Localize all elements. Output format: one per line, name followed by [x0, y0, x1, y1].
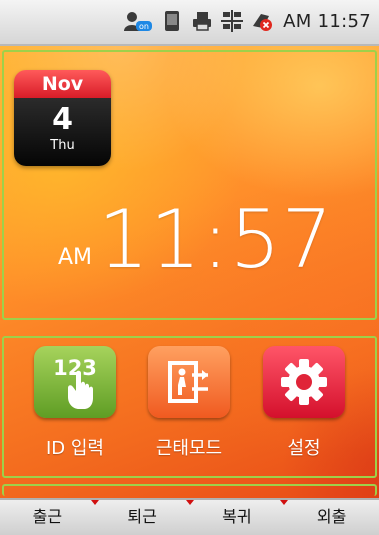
- settings-tile[interactable]: [263, 346, 345, 418]
- keypad-123-text: 123: [53, 356, 97, 380]
- attendance-mode-label: 근태모드: [155, 438, 223, 459]
- tab-check-out-label: 퇴근: [127, 507, 157, 526]
- tab-marker: [90, 500, 99, 505]
- tab-return[interactable]: 복귀: [185, 500, 285, 535]
- door-exit-icon: [168, 361, 208, 403]
- sync-error-icon: [253, 14, 273, 31]
- attendance-mode-tile[interactable]: [148, 346, 230, 418]
- id-input-label: ID 입력: [45, 438, 104, 459]
- tab-panel-frame: [2, 484, 377, 496]
- gear-icon: [281, 359, 327, 405]
- digital-clock: AM 11:57: [58, 200, 334, 280]
- clock-time: 11:57: [98, 193, 334, 286]
- printer-icon: [193, 12, 212, 31]
- tab-check-out[interactable]: 퇴근: [90, 500, 190, 535]
- user-online-icon: on: [124, 12, 153, 31]
- id-input-tile[interactable]: 123: [34, 346, 116, 418]
- tab-go-out[interactable]: 외출: [280, 500, 379, 535]
- calendar-day: 4: [52, 102, 73, 137]
- tab-return-label: 복귀: [222, 507, 252, 526]
- device-screen: on AM 11:57 Nov 4 Thu AM 11:57 123 ID 입력…: [0, 0, 379, 535]
- user-online-badge: on: [139, 22, 149, 31]
- tab-check-in[interactable]: 출근: [0, 500, 95, 535]
- tab-marker: [280, 500, 289, 505]
- calendar-month: Nov: [14, 70, 111, 98]
- settings-button[interactable]: 설정: [258, 346, 350, 460]
- calendar-widget: Nov 4 Thu: [14, 70, 111, 166]
- id-input-button[interactable]: 123 ID 입력: [29, 346, 121, 460]
- keypad-123-icon: 123: [53, 356, 97, 409]
- settings-label: 설정: [287, 438, 321, 459]
- attendance-mode-button[interactable]: 근태모드: [143, 346, 235, 460]
- tab-check-in-label: 출근: [32, 507, 63, 526]
- calendar-weekday: Thu: [50, 138, 75, 153]
- tab-marker: [185, 500, 194, 505]
- bottom-tab-bar: 출근 퇴근 복귀 외출: [0, 498, 379, 535]
- status-time: AM 11:57: [283, 10, 371, 32]
- tab-go-out-label: 외출: [316, 507, 347, 526]
- clock-ampm: AM: [58, 245, 93, 270]
- phone-icon: [165, 11, 180, 31]
- status-bar: on AM 11:57: [0, 0, 379, 46]
- network-icon: [221, 10, 244, 32]
